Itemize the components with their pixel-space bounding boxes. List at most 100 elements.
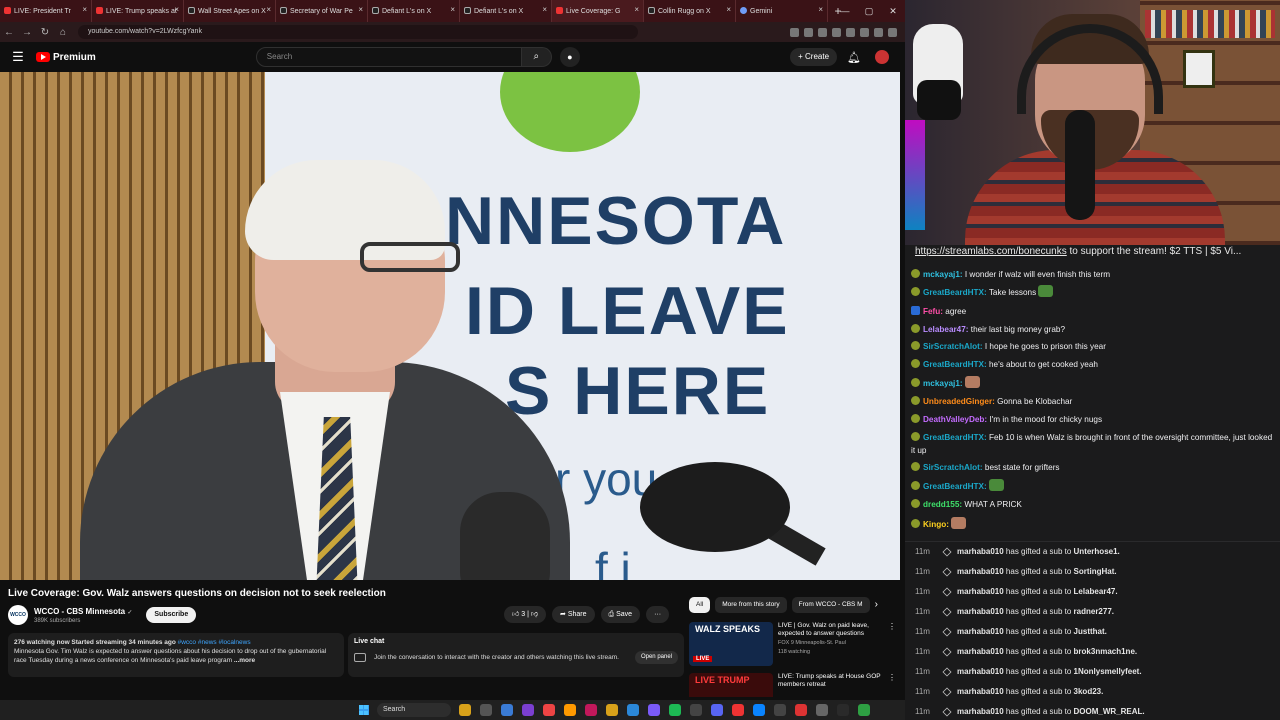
gift-recipient[interactable]: 1Nonlysmellyfeet. (1074, 667, 1142, 676)
description-tags[interactable]: #wcco #news #localnews (178, 639, 251, 646)
close-tab-icon[interactable]: × (726, 5, 731, 14)
menu-icon[interactable]: ☰ (0, 49, 36, 65)
more-actions-button[interactable]: ··· (646, 606, 670, 623)
app-icon[interactable] (753, 704, 765, 716)
url-field[interactable]: youtube.com/watch?v=2LWzfcgYank (78, 25, 638, 39)
account-avatar[interactable] (875, 50, 889, 64)
browser-tab[interactable]: Secretary of War Pe × (276, 0, 368, 22)
recommendation-item[interactable]: WALZ SPEAKS LIVE LIVE | Gov. Walz on pai… (689, 622, 899, 666)
chat-username[interactable]: Lelabear47: (923, 325, 969, 334)
close-tab-icon[interactable]: × (174, 5, 179, 14)
close-tab-icon[interactable]: × (266, 5, 271, 14)
chat-username[interactable]: UnbreadedGinger: (923, 397, 995, 406)
kebab-menu-icon[interactable]: ⋮ (888, 673, 896, 697)
extension-icon[interactable] (888, 27, 897, 37)
recommendation-title[interactable]: LIVE | Gov. Walz on paid leave, expected… (778, 622, 888, 638)
browser-tab[interactable]: LIVE: Trump speaks at × (92, 0, 184, 22)
extension-icon[interactable] (846, 27, 855, 37)
show-more-link[interactable]: ...more (234, 657, 255, 664)
app-icon[interactable] (774, 704, 786, 716)
app-icon[interactable] (585, 704, 597, 716)
app-icon[interactable] (816, 704, 828, 716)
recommendation-thumbnail[interactable]: WALZ SPEAKS LIVE (689, 622, 773, 666)
gift-recipient[interactable]: SortingHat. (1074, 567, 1117, 576)
create-button[interactable]: + Create (790, 48, 838, 66)
back-icon[interactable]: ← (0, 27, 18, 38)
chat-username[interactable]: GreatBeardHTX: (923, 433, 987, 442)
search-icon[interactable]: ⌕ (521, 47, 552, 67)
gift-recipient[interactable]: 3kod23. (1074, 687, 1104, 696)
channel-avatar[interactable]: WCCO (8, 605, 28, 625)
microphone-icon[interactable]: ● (559, 47, 580, 67)
taskbar-search[interactable]: Search (377, 703, 451, 717)
gifter-name[interactable]: marhaba010 (957, 667, 1004, 676)
chip-from-channel[interactable]: From WCCO - CBS M (791, 597, 870, 613)
discord-icon[interactable] (711, 704, 723, 716)
minimize-icon[interactable]: — (833, 0, 857, 22)
chat-username[interactable]: Kingo: (923, 520, 949, 529)
app-icon[interactable] (564, 704, 576, 716)
gift-recipient[interactable]: brok3nmach1ne. (1074, 647, 1138, 656)
extension-icon[interactable] (804, 27, 813, 37)
reload-icon[interactable]: ↻ (36, 27, 54, 38)
thumbs-down-icon[interactable]: 👎︎ (531, 611, 538, 618)
channel-name[interactable]: WCCO - CBS Minnesota ✓ (34, 607, 132, 616)
gift-recipient[interactable]: Justthat. (1074, 627, 1107, 636)
chat-username[interactable]: DeathValleyDeb: (923, 415, 987, 424)
browser-tab[interactable]: Defiant L's on X × (368, 0, 460, 22)
close-tab-icon[interactable]: × (634, 5, 639, 14)
recommendation-title[interactable]: LIVE: Trump speaks at House GOP members … (778, 673, 888, 689)
chat-username[interactable]: dredd155: (923, 500, 962, 509)
gift-recipient[interactable]: Unterhose1. (1074, 547, 1120, 556)
gift-recipient[interactable]: radner277. (1074, 607, 1114, 616)
chat-username[interactable]: GreatBeardHTX: (923, 482, 987, 491)
forward-icon[interactable]: → (18, 27, 36, 38)
app-icon[interactable] (858, 704, 870, 716)
extension-icon[interactable] (818, 27, 827, 37)
chat-username[interactable]: SirScratchAlot: (923, 342, 983, 351)
video-player[interactable]: NNESOTA ID LEAVE S HERE r you f i (0, 72, 900, 580)
extension-icon[interactable] (874, 27, 883, 37)
gifter-name[interactable]: marhaba010 (957, 627, 1004, 636)
chip-all[interactable]: All (689, 597, 711, 613)
gifter-name[interactable]: marhaba010 (957, 687, 1004, 696)
chat-username[interactable]: GreatBeardHTX: (923, 360, 987, 369)
close-tab-icon[interactable]: × (542, 5, 547, 14)
gift-recipient[interactable]: DOOM_WR_REAL. (1074, 707, 1145, 716)
close-tab-icon[interactable]: × (82, 5, 87, 14)
search-input[interactable]: Search (255, 47, 522, 67)
browser-tab[interactable]: Collin Rugg on X × (644, 0, 736, 22)
close-tab-icon[interactable]: × (450, 5, 455, 14)
app-icon[interactable] (648, 704, 660, 716)
gifter-name[interactable]: marhaba010 (957, 707, 1004, 716)
extension-icon[interactable] (860, 27, 869, 37)
spotify-icon[interactable] (669, 704, 681, 716)
gifter-name[interactable]: marhaba010 (957, 567, 1004, 576)
gifter-name[interactable]: marhaba010 (957, 647, 1004, 656)
chat-username[interactable]: SirScratchAlot: (923, 463, 983, 472)
windows-start-icon[interactable] (359, 705, 369, 715)
extension-icon[interactable] (832, 27, 841, 37)
app-icon[interactable] (522, 704, 534, 716)
chip-more-from-story[interactable]: More from this story (715, 597, 787, 613)
task-view-icon[interactable] (480, 704, 492, 716)
recommendation-item[interactable]: LIVE TRUMP LIVE: Trump speaks at House G… (689, 673, 899, 697)
chat-username[interactable]: GreatBeardHTX: (923, 288, 987, 297)
like-button[interactable]: 👍︎ 3 | 👎︎ (504, 606, 547, 623)
close-window-icon[interactable]: ✕ (881, 0, 905, 22)
chrome-icon[interactable] (543, 704, 555, 716)
app-icon[interactable] (690, 704, 702, 716)
share-button[interactable]: ➦ Share (552, 606, 595, 623)
gifter-name[interactable]: marhaba010 (957, 587, 1004, 596)
gift-recipient[interactable]: Lelabear47. (1074, 587, 1118, 596)
maximize-icon[interactable]: ▢ (857, 0, 881, 22)
app-icon[interactable] (627, 704, 639, 716)
app-icon[interactable] (795, 704, 807, 716)
app-icon[interactable] (732, 704, 744, 716)
kebab-menu-icon[interactable]: ⋮ (888, 622, 896, 666)
open-panel-button[interactable]: Open panel (634, 651, 678, 664)
notifications-bell-icon[interactable]: 🔔︎ (847, 51, 861, 64)
subscribe-button[interactable]: Subscribe (146, 607, 197, 623)
extension-icon[interactable] (790, 27, 799, 37)
app-icon[interactable] (501, 704, 513, 716)
